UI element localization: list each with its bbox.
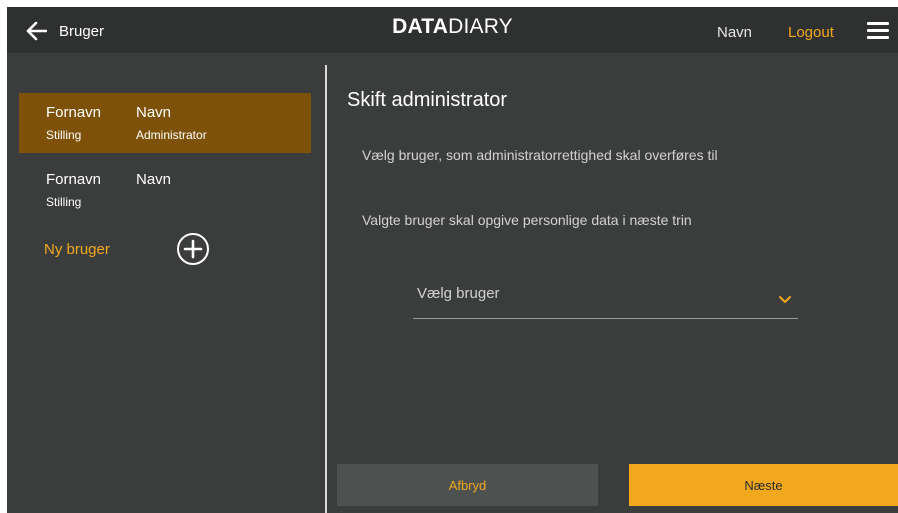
user-first-name: Fornavn xyxy=(46,104,102,121)
user-role: Administrator xyxy=(136,128,207,142)
brand-logo-light: DIARY xyxy=(448,15,513,38)
hamburger-menu-icon[interactable] xyxy=(867,22,889,40)
chevron-down-icon xyxy=(778,292,792,310)
logout-link[interactable]: Logout xyxy=(788,24,834,41)
brand-logo-bold: DATA xyxy=(392,15,449,38)
user-position: Stilling xyxy=(46,128,82,142)
panel-divider xyxy=(325,65,327,513)
cancel-button[interactable]: Afbryd xyxy=(337,464,598,506)
next-button[interactable]: Næste xyxy=(629,464,898,506)
current-user-name: Navn xyxy=(717,24,753,41)
user-position: Stilling xyxy=(46,195,82,209)
new-user-link[interactable]: Ny bruger xyxy=(44,241,110,258)
user-list-item[interactable]: Fornavn Navn Stilling Administrator xyxy=(19,93,311,153)
instruction-text: Vælg bruger, som administratorrettighed … xyxy=(362,147,718,163)
app-window: Bruger DATADIARY Navn Logout Fornavn Nav… xyxy=(7,7,898,513)
page-title: Skift administrator xyxy=(347,89,508,111)
arrow-left-icon xyxy=(25,21,47,41)
back-label: Bruger xyxy=(59,22,105,40)
select-user-placeholder: Vælg bruger xyxy=(417,285,500,302)
select-user-dropdown[interactable]: Vælg bruger xyxy=(413,280,798,319)
brand-logo: DATADIARY xyxy=(7,15,898,39)
top-bar: Bruger DATADIARY Navn Logout xyxy=(7,7,898,53)
user-last-name: Navn xyxy=(136,104,172,121)
info-text: Valgte bruger skal opgive personlige dat… xyxy=(362,212,692,228)
user-list-item[interactable]: Fornavn Navn Stilling xyxy=(19,160,311,220)
user-last-name: Navn xyxy=(136,171,172,188)
plus-circle-icon[interactable] xyxy=(176,232,210,266)
back-button[interactable]: Bruger xyxy=(25,19,104,43)
user-first-name: Fornavn xyxy=(46,171,102,188)
